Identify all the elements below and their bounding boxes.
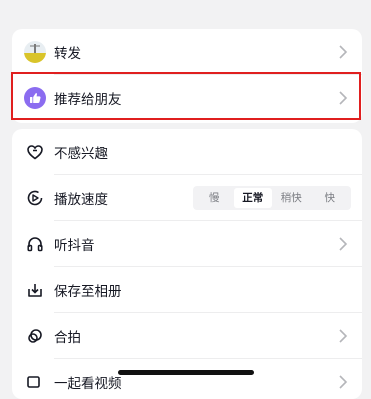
share-options-card: 转发 推荐给朋友 (12, 29, 362, 123)
more-options-card: 不感兴趣 播放速度 慢 正常 稍快 快 听抖音 保存至相册 合拍 一起看视频 (12, 129, 362, 399)
watch-together-icon (24, 371, 46, 393)
save-to-album-label: 保存至相册 (54, 284, 122, 300)
not-interested-label: 不感兴趣 (54, 146, 108, 162)
chevron-right-icon (339, 375, 348, 389)
not-interested-row[interactable]: 不感兴趣 (12, 129, 362, 175)
chevron-right-icon (339, 91, 348, 105)
forward-row[interactable]: 转发 (12, 29, 362, 75)
avatar-thumbnail (24, 41, 46, 63)
listen-label: 听抖音 (54, 238, 95, 254)
speed-option-slightly-fast[interactable]: 稍快 (272, 188, 311, 208)
forward-label: 转发 (54, 46, 81, 62)
playback-speed-selector: 慢 正常 稍快 快 (193, 186, 351, 210)
chevron-right-icon (339, 237, 348, 251)
duet-icon (24, 325, 46, 347)
watch-together-label: 一起看视频 (54, 376, 122, 392)
download-icon (24, 279, 46, 301)
playback-speed-label: 播放速度 (54, 192, 108, 208)
heart-outline-icon (24, 141, 46, 163)
playback-speed-row: 播放速度 慢 正常 稍快 快 (12, 175, 362, 221)
save-to-album-row[interactable]: 保存至相册 (12, 267, 362, 313)
recommend-to-friend-label: 推荐给朋友 (54, 92, 122, 108)
chevron-right-icon (339, 329, 348, 343)
play-speed-icon (24, 187, 46, 209)
speed-option-fast[interactable]: 快 (311, 188, 350, 208)
duet-label: 合拍 (54, 330, 81, 346)
recommend-to-friend-row[interactable]: 推荐给朋友 (12, 75, 362, 121)
chevron-right-icon (339, 45, 348, 59)
speed-option-normal[interactable]: 正常 (233, 188, 272, 208)
thumbs-up-icon (24, 87, 46, 109)
home-indicator[interactable] (118, 370, 254, 375)
headphones-icon (24, 233, 46, 255)
duet-row[interactable]: 合拍 (12, 313, 362, 359)
watch-together-row[interactable]: 一起看视频 (12, 359, 362, 399)
listen-row[interactable]: 听抖音 (12, 221, 362, 267)
speed-option-slow[interactable]: 慢 (195, 188, 234, 208)
